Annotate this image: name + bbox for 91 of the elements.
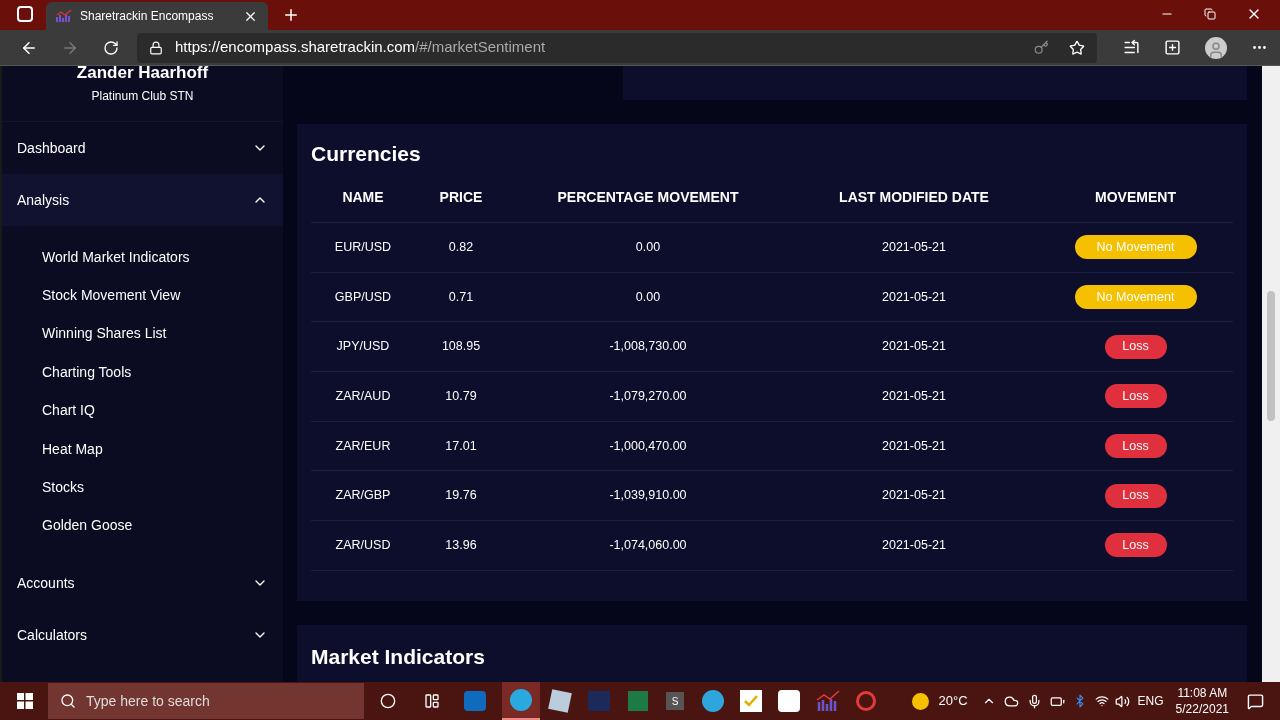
restore-icon[interactable] [1204,8,1216,20]
table-cell-text: -1,074,060.00 [608,537,688,555]
chart-app-icon[interactable] [816,690,840,712]
movement-badge: Loss [1104,434,1167,459]
search-field[interactable]: Type here to search [48,683,364,719]
table-cell-text: 10.79 [444,388,478,406]
table-cell-text: 2021-05-21 [881,288,947,306]
table-cell-text: 2021-05-21 [881,388,947,406]
volume-icon[interactable] [1114,693,1130,709]
windows-icon[interactable] [17,693,33,709]
notifications-icon[interactable] [1247,692,1264,710]
table-cell-text: -1,008,730.00 [608,338,688,356]
table-cell-text: EUR/USD [333,238,393,256]
movement-badge: Loss [1104,533,1167,558]
sidebar-section[interactable]: Calculators [2,609,283,662]
app-icon[interactable]: S [666,692,684,710]
column-header: NAME [341,187,385,207]
sidebar-section[interactable]: Analysis [2,174,283,226]
record-app-icon[interactable] [856,691,876,711]
sidebar-link[interactable]: Stocks [2,468,283,507]
tab-title: Sharetrackin Encompass [80,8,215,25]
table-cell-text: 2021-05-21 [881,338,947,356]
table-cell-text: ZAR/GBP [334,487,392,505]
favorites-icon[interactable] [1123,39,1140,56]
window-menu-icon[interactable] [17,6,33,22]
table-cell-text: 13.96 [444,537,478,555]
movement-badge: No Movement [1074,235,1197,260]
sidebar-link[interactable]: World Market Indicators [2,238,283,277]
sidebar-link[interactable]: Heat Map [2,429,283,469]
user-name: Zander Haarhoff [76,65,209,81]
url-text: https://encompass.sharetrackin.com/#/marketSentiment [175,37,546,58]
cloud-icon[interactable] [1003,693,1019,709]
sidebar-section[interactable]: Dashboard [2,122,283,174]
card-title: Market Indicators [311,643,486,670]
movement-badge: Loss [1104,384,1167,409]
sidebar-link[interactable]: Chart IQ [2,391,283,430]
lock-icon [149,40,163,55]
table-cell-text: 0.00 [634,288,662,306]
wifi-icon[interactable] [1094,694,1109,708]
table-cell-text: GBP/USD [333,288,393,306]
cortana-icon[interactable] [380,693,396,709]
table-cell-text: 2021-05-21 [881,238,947,256]
table-cell-text: 0.71 [447,288,475,306]
table-cell-text: 0.00 [634,238,662,256]
profile-avatar[interactable] [1205,36,1227,59]
new-tab-icon[interactable] [282,6,300,24]
address-bar[interactable]: https://encompass.sharetrackin.com/#/marketSentiment [137,32,1097,63]
table-cell-text: 2021-05-21 [881,437,947,455]
movement-badge: No Movement [1074,285,1197,310]
table-cell-text: 0.82 [447,238,475,256]
weather-text[interactable]: 20°C [938,691,968,711]
column-header: PERCENTAGE MOVEMENT [556,187,740,207]
add-favorite-icon[interactable] [1069,39,1085,56]
table-cell-text: 17.01 [444,437,478,455]
table-cell-text: JPY/USD [335,338,391,356]
sidebar-section[interactable]: Accounts [2,557,283,610]
language-indicator[interactable]: ENG [1137,692,1164,710]
table-cell-text: ZAR/USD [334,537,392,555]
movement-badge: Loss [1104,334,1167,359]
table-cell-text: 19.76 [444,487,478,505]
column-header: PRICE [438,187,484,207]
membership-label: Platinum Club STN [91,88,194,105]
browser-tab[interactable]: Sharetrackin Encompass [46,2,268,30]
table-cell-text: -1,000,470.00 [608,437,688,455]
search-icon [60,693,76,709]
table-cell-text: 2021-05-21 [881,537,947,555]
task-view-icon[interactable] [424,693,440,709]
reload-icon[interactable] [103,39,119,56]
table-cell-text: ZAR/AUD [334,388,392,406]
sidebar-link[interactable]: Stock Movement View [2,276,283,315]
table-cell-text: 108.95 [440,338,482,356]
sidebar-link[interactable]: Winning Shares List [2,314,283,354]
chart-icon [56,9,72,23]
key-icon[interactable] [1034,40,1049,55]
table-cell-text: -1,039,910.00 [608,487,688,505]
table-cell-text: -1,079,270.00 [608,388,688,406]
microphone-icon[interactable] [1026,693,1042,709]
table-cell-text: 2021-05-21 [881,487,947,505]
collections-icon[interactable] [1164,39,1181,56]
scrollbar[interactable] [1262,66,1280,682]
column-header: LAST MODIFIED DATE [838,187,990,207]
movement-badge: Loss [1104,483,1167,508]
sidebar-link[interactable]: Charting Tools [2,353,283,392]
clock-date[interactable]: 5/22/2021 [1175,701,1229,717]
column-header: MOVEMENT [1094,187,1177,207]
clock-time[interactable]: 11:08 AM [1177,685,1228,701]
checkmark-app-icon[interactable] [740,690,762,712]
sun-icon[interactable] [911,692,929,710]
card-title: Currencies [311,141,422,167]
sidebar-link[interactable]: Golden Goose [2,506,283,546]
table-cell-text: ZAR/EUR [334,437,392,455]
